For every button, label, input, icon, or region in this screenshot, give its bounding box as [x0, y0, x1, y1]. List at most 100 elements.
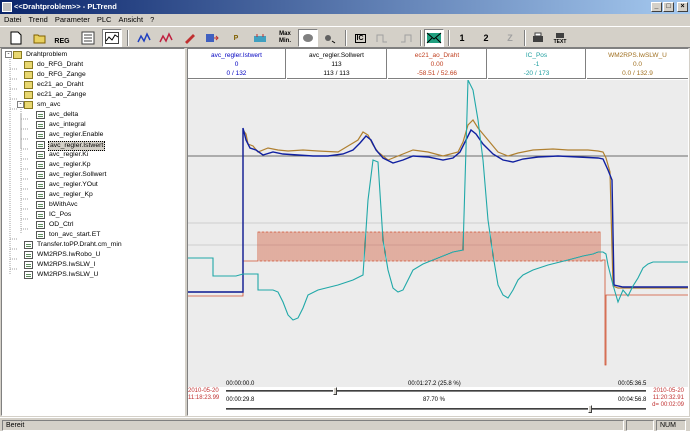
minimize-button[interactable]: _: [651, 2, 662, 12]
header-value: 113: [331, 61, 342, 68]
max-label: Max: [279, 31, 291, 37]
menu-parameter[interactable]: Parameter: [55, 14, 90, 25]
signal-icon[interactable]: [134, 29, 154, 47]
stack-icon[interactable]: [298, 29, 318, 47]
menu-help[interactable]: ?: [150, 14, 154, 25]
mail-icon[interactable]: [424, 29, 444, 47]
ic-label: IC: [354, 33, 366, 43]
window-title: <<Drahtproblem>> - PLTrend: [14, 2, 117, 11]
time-start-label: 00:00:00.0: [226, 381, 255, 387]
trend-plot[interactable]: [188, 79, 688, 387]
signal-icon: [24, 261, 33, 269]
signal-icon: [36, 141, 45, 149]
print-icon[interactable]: [528, 29, 548, 47]
ic-button[interactable]: IC: [350, 29, 370, 47]
signal-icon: [36, 121, 45, 129]
view-end-label: 00:04:56.8: [618, 397, 647, 403]
signal-icon: [36, 231, 45, 239]
end-date: 2010-05-20: [653, 388, 684, 394]
view-range-thumb[interactable]: [588, 405, 592, 413]
new-file-icon[interactable]: [6, 29, 26, 47]
app-icon: [2, 2, 12, 12]
start-date: 2010-05-20: [188, 388, 219, 394]
header-avc-regler-istwert[interactable]: avc_regler.Istwert 0 0 / 132: [188, 49, 286, 79]
cursor-2-label: 2: [483, 33, 489, 43]
header-name: WM2RPS.IwSLW_U: [608, 52, 667, 59]
list-icon[interactable]: [78, 29, 98, 47]
time-cursor-slider[interactable]: [226, 390, 646, 392]
menu-datei[interactable]: Datei: [4, 14, 22, 25]
folder-icon: [24, 101, 33, 109]
collapse-sm-avc-toggle[interactable]: -: [17, 101, 24, 108]
time-cursor-label: 00:01:27.2 (25.8 %): [408, 381, 461, 387]
menu-trend[interactable]: Trend: [29, 14, 48, 25]
collapse-root-toggle[interactable]: -: [5, 51, 12, 58]
signal-icon: [36, 201, 45, 209]
header-wm2rps-iwslw-u[interactable]: WM2RPS.IwSLW_U 0.0 0.0 / 132.9: [587, 49, 688, 79]
header-name: avc_regler.Istwert: [211, 52, 262, 59]
step2-icon[interactable]: [396, 29, 416, 47]
max-min-button[interactable]: Max Min.: [274, 29, 296, 47]
menu-ansicht[interactable]: Ansicht: [118, 14, 143, 25]
reg-button[interactable]: REG: [52, 29, 72, 47]
export-icon[interactable]: [202, 29, 222, 47]
signal-icon: [36, 161, 45, 169]
p-label: P: [233, 34, 239, 42]
header-name: avc_regler.Sollwert: [309, 52, 364, 59]
step-icon[interactable]: [372, 29, 392, 47]
view-start-label: 00:00:29.8: [226, 397, 255, 403]
print-text-button[interactable]: TEXT: [550, 29, 570, 47]
header-avc-regler-sollwert[interactable]: avc_regler.Sollwert 113 113 / 113: [287, 49, 387, 79]
folder-icon: [24, 81, 33, 89]
end-time: 11:20:32.91: [652, 395, 684, 401]
trend-view-icon[interactable]: [102, 29, 122, 47]
cursor-2-button[interactable]: 2: [476, 29, 496, 47]
header-value: 0.00: [430, 61, 444, 68]
maximize-button[interactable]: □: [663, 2, 674, 12]
time-cursor-thumb[interactable]: [333, 387, 337, 395]
header-range: -58.51 / 52.66: [416, 70, 458, 77]
signal-icon: [24, 241, 33, 249]
cursor-z-button[interactable]: Z: [500, 29, 520, 47]
signal-tree: - Drahtproblem do_RFG_Draht do_RFG_Zange…: [1, 48, 185, 416]
header-ic-pos[interactable]: IC_Pos -1 -20 / 173: [488, 49, 586, 79]
signal-icon: [24, 251, 33, 259]
edit-icon[interactable]: [180, 29, 200, 47]
reg-label: REG: [54, 37, 70, 45]
header-value: 0.0: [632, 61, 643, 68]
status-text: Bereit: [2, 420, 624, 431]
signal-icon: [36, 151, 45, 159]
menu-bar: Datei Trend Parameter PLC Ansicht ?: [0, 14, 690, 25]
menu-plc[interactable]: PLC: [97, 14, 112, 25]
toolbar: REG P Max Min. IC 1 2 Z TEXT: [0, 26, 690, 48]
zoom-label: 87.70 %: [423, 397, 446, 403]
arrows-icon[interactable]: [320, 29, 340, 47]
status-bar: Bereit NUM: [0, 417, 690, 431]
folder-icon: [24, 71, 33, 79]
min-label: Min.: [279, 38, 291, 44]
signal-red-icon[interactable]: [156, 29, 176, 47]
status-blank: [626, 420, 654, 431]
header-name: IC_Pos: [525, 52, 548, 59]
cursor-z-label: Z: [507, 33, 513, 43]
folder-icon: [24, 91, 33, 99]
signal-icon: [36, 181, 45, 189]
header-range: 0 / 132: [226, 70, 247, 77]
signal-icon: [36, 191, 45, 199]
close-button[interactable]: ×: [677, 2, 688, 12]
open-folder-icon[interactable]: [30, 29, 50, 47]
time-footer: 2010-05-20 11:18:23.99 2010-05-20 11:20:…: [188, 381, 688, 415]
p-button[interactable]: P: [226, 29, 246, 47]
text-label: TEXT: [553, 39, 567, 45]
header-value: 0: [234, 61, 239, 68]
signal-icon: [36, 211, 45, 219]
header-range: -20 / 173: [523, 70, 550, 77]
cursor-1-button[interactable]: 1: [452, 29, 472, 47]
signal-icon: [24, 271, 33, 279]
folder-icon: [13, 51, 22, 59]
header-ec21-ao-draht[interactable]: ec21_ao_Draht 0.00 -58.51 / 52.66: [388, 49, 487, 79]
header-range: 0.0 / 132.9: [622, 70, 653, 77]
signal-icon: [36, 221, 45, 229]
view-range-slider[interactable]: [226, 408, 646, 410]
sync-icon[interactable]: [250, 29, 270, 47]
